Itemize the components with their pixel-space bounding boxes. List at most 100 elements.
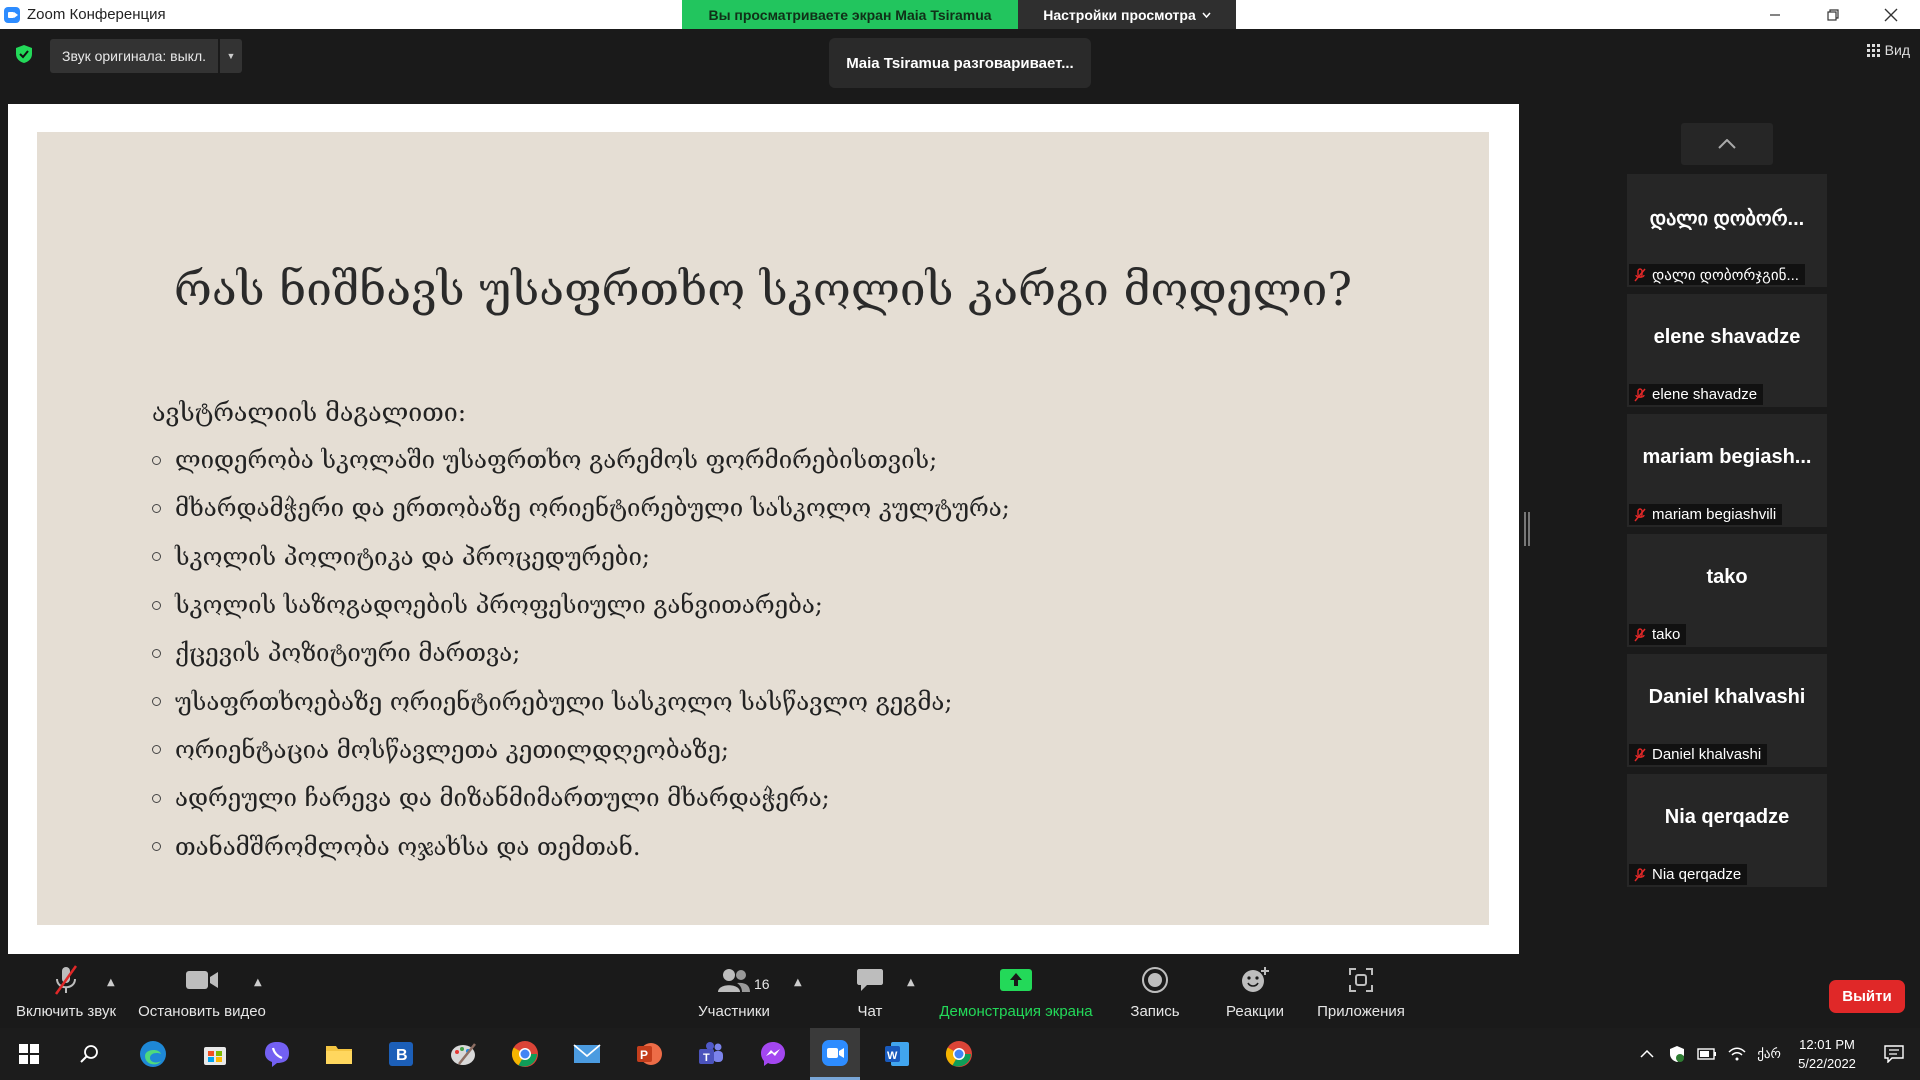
participants-icon bbox=[717, 963, 751, 997]
bullet-text: უსაფრთხოებაზე ორიენტირებული სასკოლო სასწ… bbox=[175, 687, 953, 716]
taskbar-teams[interactable]: T bbox=[686, 1028, 736, 1080]
unmute-button[interactable]: Включить звук bbox=[12, 955, 120, 1028]
slide-bullet: სკოლის პოლიტიკა და პროცედურები; bbox=[152, 533, 1010, 581]
original-sound-button[interactable]: Звук оригинала: выкл. bbox=[50, 39, 219, 73]
battery-icon bbox=[1697, 1048, 1716, 1060]
screen-share-banner: Вы просматриваете экран Maia Tsiramua На… bbox=[682, 0, 1236, 29]
original-sound-dropdown[interactable]: ▼ bbox=[220, 39, 243, 73]
chat-button[interactable]: Чат bbox=[840, 955, 900, 1028]
close-button[interactable] bbox=[1862, 0, 1920, 29]
apps-button[interactable]: Приложения bbox=[1310, 955, 1412, 1028]
splitter-handle[interactable] bbox=[1524, 512, 1530, 546]
participant-name-tag: დალი დობორჯგინ... bbox=[1629, 264, 1805, 285]
taskbar-messenger[interactable] bbox=[748, 1028, 798, 1080]
taskbar-viber[interactable] bbox=[252, 1028, 302, 1080]
taskbar-chrome[interactable] bbox=[500, 1028, 550, 1080]
leave-meeting-button[interactable]: Выйти bbox=[1829, 980, 1905, 1013]
shield-icon bbox=[1670, 1046, 1684, 1062]
minimize-button[interactable] bbox=[1746, 0, 1804, 29]
svg-text:P: P bbox=[640, 1048, 648, 1062]
mic-muted-icon bbox=[51, 963, 81, 997]
participant-display-name: tako bbox=[1706, 566, 1748, 588]
participant-tile[interactable]: tako tako bbox=[1627, 534, 1827, 647]
taskbar-clock[interactable]: 12:01 PM 5/22/2022 bbox=[1786, 1035, 1868, 1073]
clock-time: 12:01 PM bbox=[1799, 1037, 1855, 1052]
participants-label: Участники bbox=[698, 1003, 770, 1020]
powerpoint-icon: P bbox=[637, 1043, 662, 1065]
notifications-button[interactable] bbox=[1868, 1045, 1920, 1063]
zoom-icon bbox=[822, 1039, 848, 1066]
mic-muted-icon bbox=[1634, 627, 1646, 641]
view-options-label: Настройки просмотра bbox=[1043, 6, 1196, 23]
tray-security[interactable] bbox=[1662, 1045, 1692, 1063]
search-button[interactable] bbox=[64, 1028, 114, 1080]
audio-options-caret[interactable]: ▲ bbox=[107, 977, 115, 988]
slide-bullet-list: ლიდერობა სკოლაში უსაფრთხო გარემოს ფორმირ… bbox=[152, 436, 1010, 871]
grid-icon bbox=[1866, 43, 1880, 57]
teams-icon: T bbox=[699, 1042, 723, 1064]
taskbar-paint[interactable] bbox=[438, 1028, 488, 1080]
record-icon bbox=[1141, 963, 1169, 997]
chrome-icon bbox=[945, 1041, 972, 1067]
presentation-slide: რას ნიშნავს უსაფრთხო სკოლის კარგი მოდელი… bbox=[37, 132, 1489, 925]
participant-tile[interactable]: Daniel khalvashi Daniel khalvashi bbox=[1627, 654, 1827, 767]
view-button-label: Вид bbox=[1884, 42, 1910, 58]
encryption-shield-icon[interactable] bbox=[14, 44, 34, 64]
taskbar-zoom[interactable] bbox=[810, 1028, 860, 1080]
reactions-button[interactable]: Реакции bbox=[1212, 955, 1298, 1028]
participants-options-caret[interactable]: ▲ bbox=[794, 977, 802, 988]
participant-display-name: Nia qerqadze bbox=[1664, 806, 1790, 828]
taskbar-word[interactable]: W bbox=[872, 1028, 922, 1080]
taskbar-powerpoint[interactable]: P bbox=[624, 1028, 674, 1080]
view-button[interactable]: Вид bbox=[1866, 42, 1910, 58]
tray-wifi[interactable] bbox=[1722, 1047, 1752, 1061]
stop-video-label: Остановить видео bbox=[138, 1003, 266, 1020]
bullet-text: მხარდამჭერი და ერთობაზე ორიენტირებული სა… bbox=[175, 494, 1010, 523]
participant-name: Nia qerqadze bbox=[1652, 866, 1742, 883]
mail-icon bbox=[573, 1044, 601, 1063]
tray-overflow-button[interactable] bbox=[1632, 1050, 1662, 1058]
participant-tile[interactable]: დალი დობორ... დალი დობორჯგინ... bbox=[1627, 174, 1827, 287]
svg-text:B: B bbox=[396, 1047, 408, 1064]
tray-battery[interactable] bbox=[1692, 1048, 1722, 1060]
taskbar-chrome-2[interactable] bbox=[934, 1028, 984, 1080]
share-screen-button[interactable]: Демонстрация экрана bbox=[934, 955, 1098, 1028]
participant-name: tako bbox=[1652, 626, 1681, 643]
bullet-icon bbox=[152, 648, 161, 658]
bullet-text: სკოლის პოლიტიკა და პროცედურები; bbox=[175, 542, 651, 571]
participant-tile[interactable]: elene shavadze elene shavadze bbox=[1627, 294, 1827, 407]
mic-muted-icon bbox=[1634, 507, 1646, 521]
taskbar-mail[interactable] bbox=[562, 1028, 612, 1080]
slide-bullet: ორიენტაცია მოსწავლეთა კეთილდღეობაზე; bbox=[152, 726, 1010, 774]
windows-logo-icon bbox=[19, 1044, 39, 1064]
taskbar-b-app[interactable]: B bbox=[376, 1028, 426, 1080]
bullet-text: ლიდერობა სკოლაში უსაფრთხო გარემოს ფორმირ… bbox=[175, 446, 938, 475]
view-options-button[interactable]: Настройки просмотра bbox=[1018, 0, 1236, 29]
zoom-logo-icon bbox=[4, 6, 20, 23]
restore-button[interactable] bbox=[1804, 0, 1862, 29]
video-camera-icon bbox=[185, 963, 219, 997]
video-options-caret[interactable]: ▲ bbox=[254, 977, 262, 988]
word-icon: W bbox=[885, 1042, 909, 1066]
record-button[interactable]: Запись bbox=[1114, 955, 1196, 1028]
participant-name: დალი დობორჯგინ... bbox=[1652, 266, 1799, 284]
bullet-text: სკოლის საზოგადოების პროფესიული განვითარე… bbox=[175, 591, 823, 620]
chevron-down-icon bbox=[1202, 12, 1211, 18]
participant-tile[interactable]: mariam begiash... mariam begiashvili bbox=[1627, 414, 1827, 527]
mic-muted-icon bbox=[1634, 267, 1646, 281]
taskbar-edge[interactable] bbox=[128, 1028, 178, 1080]
participant-name-tag: elene shavadze bbox=[1629, 384, 1764, 405]
bullet-text: ქცევის პოზიტიური მართვა; bbox=[175, 639, 521, 668]
participant-tile[interactable]: Nia qerqadze Nia qerqadze bbox=[1627, 774, 1827, 887]
start-button[interactable] bbox=[4, 1028, 54, 1080]
chat-options-caret[interactable]: ▲ bbox=[907, 977, 915, 988]
gallery-scroll-up-button[interactable] bbox=[1681, 123, 1773, 165]
slide-bullet: მხარდამჭერი და ერთობაზე ორიენტირებული სა… bbox=[152, 484, 1010, 532]
participant-display-name: mariam begiash... bbox=[1642, 446, 1812, 468]
stop-video-button[interactable]: Остановить видео bbox=[136, 955, 268, 1028]
shared-screen[interactable]: რას ნიშნავს უსაფრთხო სკოლის კარგი მოდელი… bbox=[8, 104, 1519, 954]
window-controls bbox=[1746, 0, 1920, 29]
taskbar-file-explorer[interactable] bbox=[314, 1028, 364, 1080]
keyboard-language[interactable]: ქარ bbox=[1752, 1046, 1786, 1062]
taskbar-store[interactable] bbox=[190, 1028, 240, 1080]
